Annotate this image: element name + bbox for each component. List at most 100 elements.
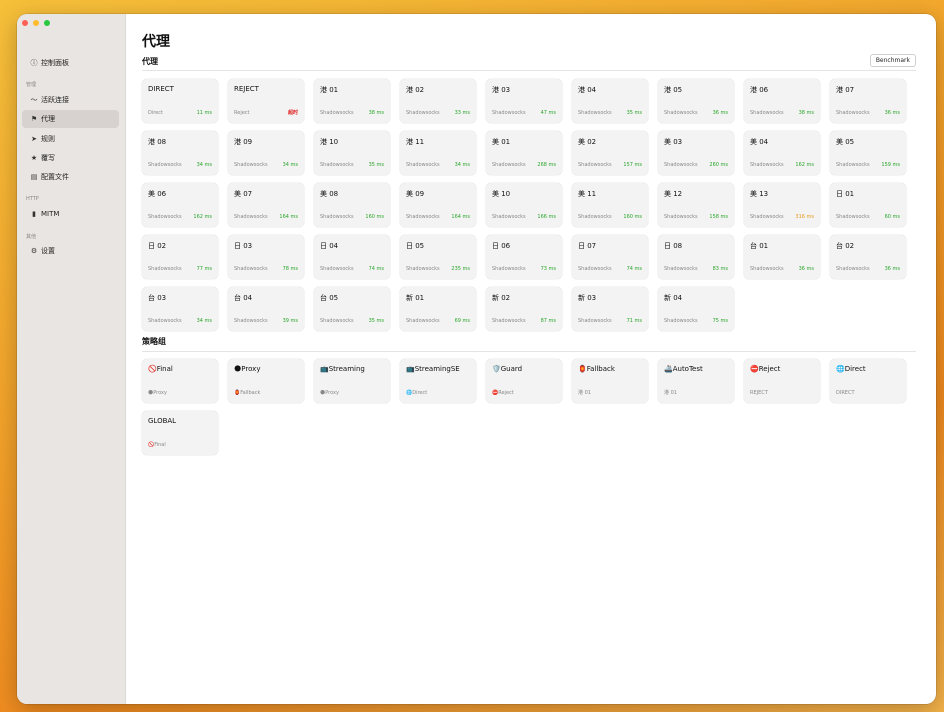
proxy-card[interactable]: 港 06 Shadowsocks 38 ms xyxy=(744,79,820,123)
app-window: ⓘ 控制面板 管理 〜 活跃连接 ⚑ 代理 ➤ 规则 ★ 覆写 ▤ 配置文件 H… xyxy=(17,14,936,704)
proxy-card[interactable]: 美 12 Shadowsocks 158 ms xyxy=(658,183,734,227)
proxy-card[interactable]: 新 04 Shadowsocks 75 ms xyxy=(658,287,734,331)
proxy-card[interactable]: 美 01 Shadowsocks 268 ms xyxy=(486,131,562,175)
proxy-card[interactable]: 美 10 Shadowsocks 166 ms xyxy=(486,183,562,227)
proxy-card[interactable]: 日 05 Shadowsocks 235 ms xyxy=(400,235,476,279)
proxy-name: DIRECT xyxy=(148,85,174,93)
info-circle-icon: ⓘ xyxy=(30,59,38,67)
proxy-type: Shadowsocks xyxy=(492,318,526,324)
proxy-type: Shadowsocks xyxy=(836,110,870,116)
proxy-type: Shadowsocks xyxy=(664,266,698,272)
proxy-card[interactable]: 新 01 Shadowsocks 69 ms xyxy=(400,287,476,331)
groups-section-title: 策略组 xyxy=(142,337,166,346)
sidebar-item-rules[interactable]: ➤ 规则 xyxy=(22,130,119,148)
proxy-card[interactable]: 美 07 Shadowsocks 164 ms xyxy=(228,183,304,227)
proxy-name: 日 04 xyxy=(320,242,339,250)
sidebar-section-manage: 管理 xyxy=(26,82,37,88)
policy-group-card[interactable]: 🏮Fallback 港 01 xyxy=(572,359,648,403)
benchmark-button[interactable]: Benchmark xyxy=(869,54,916,67)
proxy-card[interactable]: 台 05 Shadowsocks 35 ms xyxy=(314,287,390,331)
proxy-card[interactable]: 美 08 Shadowsocks 160 ms xyxy=(314,183,390,227)
main-content: 代理 代理 Benchmark DIRECT Direct 11 ms REJECT R… xyxy=(126,14,936,704)
group-selected: 港 01 xyxy=(578,390,591,396)
proxy-type: Shadowsocks xyxy=(750,110,784,116)
proxy-card[interactable]: 日 07 Shadowsocks 74 ms xyxy=(572,235,648,279)
sidebar-item-dashboard[interactable]: ⓘ 控制面板 xyxy=(22,54,119,72)
proxy-name: 台 04 xyxy=(234,294,253,302)
latency-label: 166 ms xyxy=(537,214,556,220)
proxy-name: 港 11 xyxy=(406,138,425,146)
proxy-type: Shadowsocks xyxy=(836,214,870,220)
proxy-card[interactable]: REJECT Reject 超时 xyxy=(228,79,304,123)
sidebar-item-settings[interactable]: ⚙ 设置 xyxy=(22,242,119,260)
latency-label: 34 ms xyxy=(282,162,298,168)
proxy-card[interactable]: 新 02 Shadowsocks 87 ms xyxy=(486,287,562,331)
proxy-card[interactable]: 台 03 Shadowsocks 34 ms xyxy=(142,287,218,331)
proxy-name: 日 06 xyxy=(492,242,511,250)
proxy-card[interactable]: 港 02 Shadowsocks 33 ms xyxy=(400,79,476,123)
policy-group-card[interactable]: 📺StreamingSE 🌐Direct xyxy=(400,359,476,403)
proxy-card[interactable]: 港 11 Shadowsocks 34 ms xyxy=(400,131,476,175)
proxy-type: Shadowsocks xyxy=(148,214,182,220)
policy-group-card[interactable]: 🌑Proxy 🏮Fallback xyxy=(228,359,304,403)
group-grid: 🚫Final 🌑Proxy 🌑Proxy 🏮Fallback 📺Streaming 🌑Pr… xyxy=(142,359,922,463)
proxy-card[interactable]: 美 03 Shadowsocks 260 ms xyxy=(658,131,734,175)
minimize-window-button[interactable] xyxy=(33,20,39,26)
proxy-card[interactable]: 港 08 Shadowsocks 34 ms xyxy=(142,131,218,175)
close-window-button[interactable] xyxy=(22,20,28,26)
sidebar-item-connections[interactable]: 〜 活跃连接 xyxy=(22,91,119,109)
sidebar-item-profiles[interactable]: ▤ 配置文件 xyxy=(22,168,119,186)
proxy-card[interactable]: 日 06 Shadowsocks 73 ms xyxy=(486,235,562,279)
proxy-card[interactable]: DIRECT Direct 11 ms xyxy=(142,79,218,123)
proxy-card[interactable]: 日 01 Shadowsocks 60 ms xyxy=(830,183,906,227)
latency-label: 160 ms xyxy=(623,214,642,220)
proxy-card[interactable]: 港 03 Shadowsocks 47 ms xyxy=(486,79,562,123)
policy-group-card[interactable]: 🚫Final 🌑Proxy xyxy=(142,359,218,403)
policy-group-card[interactable]: GLOBAL 🚫Final xyxy=(142,411,218,455)
sidebar-item-mitm[interactable]: ▮ MITM xyxy=(22,205,119,223)
proxy-name: 新 04 xyxy=(664,294,683,302)
proxy-card[interactable]: 台 01 Shadowsocks 36 ms xyxy=(744,235,820,279)
latency-label: 75 ms xyxy=(712,318,728,324)
latency-label: 69 ms xyxy=(454,318,470,324)
proxy-card[interactable]: 美 05 Shadowsocks 159 ms xyxy=(830,131,906,175)
policy-group-card[interactable]: ⛔Reject REJECT xyxy=(744,359,820,403)
proxy-card[interactable]: 日 02 Shadowsocks 77 ms xyxy=(142,235,218,279)
policy-group-card[interactable]: 🚢AutoTest 港 01 xyxy=(658,359,734,403)
proxy-type: Shadowsocks xyxy=(664,318,698,324)
proxy-card[interactable]: 港 10 Shadowsocks 35 ms xyxy=(314,131,390,175)
latency-label: 260 ms xyxy=(709,162,728,168)
proxy-card[interactable]: 美 11 Shadowsocks 160 ms xyxy=(572,183,648,227)
proxy-type: Shadowsocks xyxy=(234,266,268,272)
section-divider xyxy=(142,70,916,71)
proxy-card[interactable]: 美 06 Shadowsocks 162 ms xyxy=(142,183,218,227)
proxy-card[interactable]: 美 04 Shadowsocks 162 ms xyxy=(744,131,820,175)
proxy-card[interactable]: 日 08 Shadowsocks 83 ms xyxy=(658,235,734,279)
proxy-card[interactable]: 港 01 Shadowsocks 38 ms xyxy=(314,79,390,123)
sidebar-item-proxies[interactable]: ⚑ 代理 xyxy=(22,110,119,128)
policy-group-card[interactable]: 📺Streaming 🌑Proxy xyxy=(314,359,390,403)
proxy-card[interactable]: 日 03 Shadowsocks 78 ms xyxy=(228,235,304,279)
proxy-name: 港 08 xyxy=(148,138,167,146)
proxy-card[interactable]: 新 03 Shadowsocks 71 ms xyxy=(572,287,648,331)
proxy-card[interactable]: 美 02 Shadowsocks 157 ms xyxy=(572,131,648,175)
proxy-card[interactable]: 台 02 Shadowsocks 36 ms xyxy=(830,235,906,279)
sidebar-item-overrides[interactable]: ★ 覆写 xyxy=(22,149,119,167)
proxy-name: 日 02 xyxy=(148,242,167,250)
policy-group-card[interactable]: 🌐Direct DIRECT xyxy=(830,359,906,403)
latency-label: 268 ms xyxy=(537,162,556,168)
proxy-card[interactable]: 港 05 Shadowsocks 36 ms xyxy=(658,79,734,123)
proxy-card[interactable]: 台 04 Shadowsocks 39 ms xyxy=(228,287,304,331)
proxy-card[interactable]: 港 04 Shadowsocks 35 ms xyxy=(572,79,648,123)
proxy-card[interactable]: 港 07 Shadowsocks 36 ms xyxy=(830,79,906,123)
proxy-card[interactable]: 港 09 Shadowsocks 34 ms xyxy=(228,131,304,175)
policy-group-card[interactable]: 🛡️Guard ⛔Reject xyxy=(486,359,562,403)
proxy-card[interactable]: 美 09 Shadowsocks 164 ms xyxy=(400,183,476,227)
proxy-type: Shadowsocks xyxy=(492,110,526,116)
proxy-card[interactable]: 日 04 Shadowsocks 74 ms xyxy=(314,235,390,279)
zoom-window-button[interactable] xyxy=(44,20,50,26)
proxy-type: Shadowsocks xyxy=(492,214,526,220)
document-icon: ▤ xyxy=(30,173,38,181)
latency-label: 162 ms xyxy=(193,214,212,220)
proxy-card[interactable]: 美 13 Shadowsocks 316 ms xyxy=(744,183,820,227)
